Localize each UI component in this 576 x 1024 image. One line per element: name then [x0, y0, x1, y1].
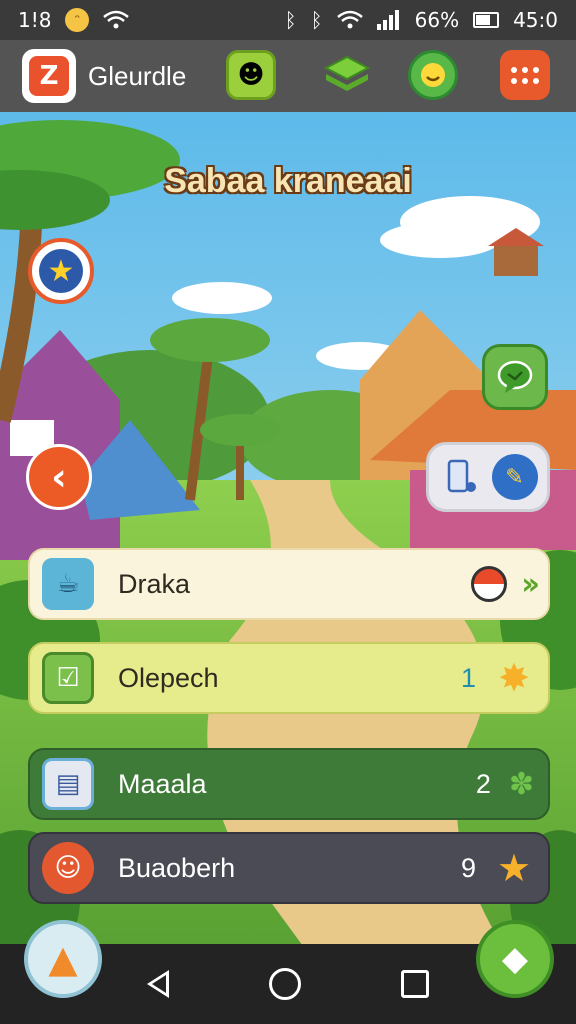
bluetooth-alt-icon: ᛒ [310, 8, 323, 32]
smile-bubble-icon[interactable] [408, 50, 458, 100]
battery-icon [473, 12, 500, 28]
document-icon: ▤ [42, 758, 94, 810]
chat-button[interactable] [482, 344, 548, 410]
checklist-icon: ☑ [42, 652, 94, 704]
list-item-label: Olepech [118, 662, 219, 693]
list-item-label: Buaoberh [118, 852, 236, 883]
list-item-count: 2 [475, 768, 491, 799]
fox-icon: ▲ [48, 937, 78, 981]
cell-signal-icon [376, 10, 399, 30]
pen-icon[interactable]: ✎ [491, 454, 538, 500]
app-title: Gleurdle [88, 60, 187, 91]
list-item-buaoberh[interactable]: ☺ Buaoberh 9 ★ [28, 832, 550, 904]
banner-title: Sabaa kraneaai [164, 162, 412, 200]
list-item-count: 1 [460, 662, 476, 693]
emoji-notification-icon: ᵔ [65, 8, 90, 32]
wifi-icon [103, 10, 130, 29]
chevron-left-icon: ‹ [51, 455, 67, 499]
app-bar: Z Gleurdle ☻ [0, 40, 576, 112]
star-icon: ★ [496, 846, 532, 890]
achievement-badge[interactable]: ★ [28, 238, 94, 304]
status-time-left: 1!8 [18, 8, 52, 32]
dragon-icon: ◆ [501, 939, 529, 979]
list-item-count: 9 [460, 852, 476, 883]
stack-icon[interactable] [322, 50, 372, 100]
ball-icon [471, 566, 508, 602]
mug-icon: ☕ [42, 558, 94, 610]
fox-face-icon: ☺ [42, 842, 94, 894]
app-logo-icon: Z [29, 56, 69, 96]
status-bar: 1!8 ᵔ ᛒ ᛒ 66% 45:0 [0, 0, 576, 40]
double-chevron-right-icon[interactable]: ›› [521, 567, 540, 602]
fox-character-button[interactable]: ▲ [24, 920, 102, 998]
app-logo[interactable]: Z [22, 49, 76, 103]
menu-grid-icon[interactable] [500, 50, 550, 100]
back-button[interactable]: ‹ [26, 444, 92, 510]
list-item-label: Maaala [118, 768, 207, 799]
battery-percent: 66% [414, 8, 460, 32]
star-icon: ★ [39, 249, 83, 293]
nav-recents-icon[interactable] [401, 970, 429, 998]
map-icon[interactable] [439, 454, 485, 500]
star-burst-icon: ✸ [498, 656, 530, 700]
nav-home-icon[interactable] [269, 968, 301, 1000]
wifi-signal-icon [336, 10, 363, 29]
star-face-icon[interactable]: ☻ [226, 50, 276, 100]
dragon-character-button[interactable]: ◆ [476, 920, 554, 998]
chat-bubble-icon [497, 360, 533, 393]
status-time-right: 45:0 [513, 8, 558, 32]
bluetooth-icon: ᛒ [284, 8, 297, 32]
list-item-olepech[interactable]: ☑ Olepech 1 ✸ [28, 642, 550, 714]
nav-back-icon[interactable] [147, 970, 169, 998]
list-item-maaala[interactable]: ▤ Maaala 2 ✽ [28, 748, 550, 820]
list-item-draka[interactable]: ☕ Draka ›› [28, 548, 550, 620]
list-item-label: Draka [118, 568, 191, 599]
tool-panel: ✎ [426, 442, 550, 512]
leaf-icon: ✽ [508, 766, 534, 802]
